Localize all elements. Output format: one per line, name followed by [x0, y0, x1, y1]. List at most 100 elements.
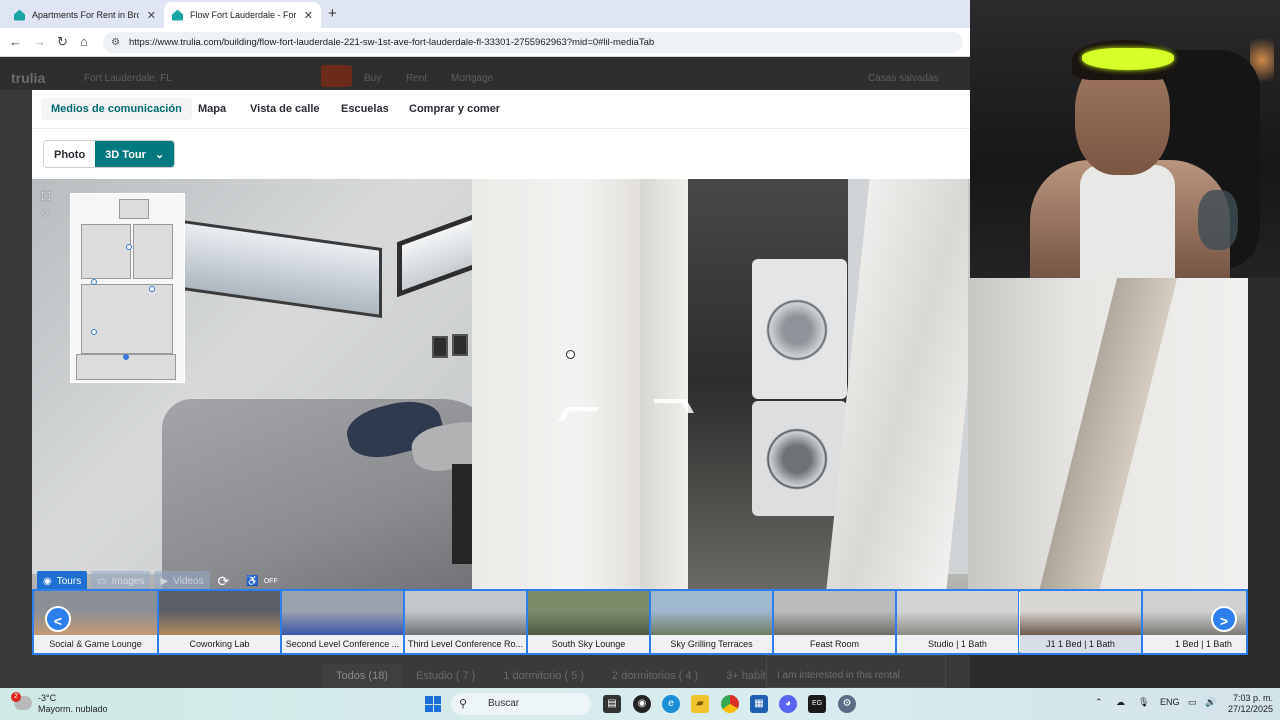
thumbnail-image [528, 591, 649, 635]
filter-pill[interactable]: 2 dormitorios ( 4 ) [598, 670, 712, 682]
chevron-up-icon[interactable]: ⌃ [1095, 697, 1103, 708]
task-view-icon[interactable]: ▤ [603, 695, 621, 713]
tab-media[interactable]: Medios de comunicación [41, 98, 192, 120]
url-input[interactable]: ⚙ https://www.trulia.com/building/flow-f… [103, 32, 963, 53]
hide-overlay-icon[interactable]: ◌ [42, 207, 49, 219]
chevron-down-icon: ⌄ [154, 149, 165, 161]
360-icon: ◉ [43, 575, 52, 587]
store-icon[interactable]: ▦ [750, 695, 768, 713]
url-text: https://www.trulia.com/building/flow-for… [129, 37, 655, 48]
onedrive-icon[interactable]: ☁ [1116, 697, 1125, 708]
minimap-hotspot[interactable] [91, 279, 97, 285]
chrome-icon[interactable] [721, 695, 739, 713]
system-clock[interactable]: 7:03 p. m. 27/12/2025 [1228, 693, 1273, 715]
trulia-favicon-icon [14, 9, 25, 21]
microphone-icon[interactable]: 🎙 [1138, 697, 1149, 708]
edge-icon[interactable]: e [662, 695, 680, 713]
fullscreen-icon[interactable]: ⛶ [42, 191, 50, 204]
3d-tour-toggle-button[interactable]: 3D Tour ⌄ [95, 141, 175, 167]
tab-map[interactable]: Mapa [198, 98, 226, 120]
windows-start-icon[interactable] [425, 696, 441, 712]
site-header: trulia Fort Lauderdale, FL Buy Rent Mort… [0, 57, 970, 90]
webcam-overlay [970, 0, 1280, 278]
volume-icon[interactable]: 🔊 [1205, 697, 1216, 708]
home-icon[interactable]: ⌂ [80, 34, 88, 49]
language-indicator[interactable]: ENG [1160, 697, 1180, 707]
tour-thumbnail[interactable]: J1 1 Bed | 1 Bath [1018, 591, 1141, 653]
person-tank-top [1080, 165, 1175, 278]
tab-schools[interactable]: Escuelas [341, 98, 389, 120]
saved-homes-link[interactable]: Casas salvadas [868, 73, 939, 84]
floorplan-filters: Todos (18) Estudio ( 7 ) 1 dormitorio ( 5 … [322, 664, 783, 688]
videos-button[interactable]: ▶ Videos [154, 571, 210, 591]
minimap-current-position [123, 354, 129, 360]
tour-thumbnail[interactable]: Third Level Conference Ro... [403, 591, 526, 653]
autorotate-button[interactable]: ⟳ [214, 571, 239, 591]
dryer [752, 401, 847, 516]
contact-message-box[interactable]: I am interested in this rental [766, 655, 946, 688]
weather-widget[interactable]: 2 -3°C Mayorm. nublado [11, 692, 108, 715]
browser-tab[interactable]: Apartments For Rent in Browar ✕ [6, 2, 164, 28]
reload-icon[interactable]: ↻ [57, 34, 68, 50]
previous-arrow-icon[interactable]: < [45, 606, 71, 632]
close-tab-icon[interactable]: ✕ [147, 9, 156, 22]
close-tab-icon[interactable]: ✕ [304, 9, 313, 22]
page-background [1248, 278, 1280, 688]
browser-tab-active[interactable]: Flow Fort Lauderdale - Fort Lau ✕ [164, 2, 321, 28]
minimap-room [81, 284, 173, 354]
tour-thumbnail[interactable]: Second Level Conference ... [280, 591, 403, 653]
taskbar-search[interactable]: ⚲ Buscar [451, 693, 591, 715]
browser-tabstrip: Apartments For Rent in Browar ✕ Flow For… [0, 0, 970, 28]
next-arrow-icon[interactable]: > [1211, 606, 1237, 632]
videos-label: Videos [173, 575, 204, 587]
floorplan-minimap[interactable] [70, 193, 185, 383]
nav-link-mortgage[interactable]: Mortgage [451, 73, 493, 84]
thumbnail-label: Social & Game Lounge [34, 635, 157, 653]
move-cursor-icon [566, 350, 575, 359]
search-placeholder: Buscar [488, 698, 520, 709]
back-arrow-icon[interactable]: ← [9, 34, 22, 49]
minimap-hotspot[interactable] [149, 286, 155, 292]
settings-gear-icon[interactable]: ⚙ [838, 695, 856, 713]
nav-link-buy[interactable]: Buy [364, 73, 381, 84]
location-search-input[interactable]: Fort Lauderdale, FL [84, 73, 172, 84]
discord-icon[interactable]: ◕ [779, 695, 797, 713]
tour-thumbnail[interactable]: Studio | 1 Bath [895, 591, 1018, 653]
tour-thumbnail[interactable]: Sky Grilling Terraces [649, 591, 772, 653]
forward-arrow-icon[interactable]: → [33, 34, 46, 49]
accessibility-button[interactable]: ♿ OFF [242, 571, 281, 591]
tour-thumbnail[interactable]: South Sky Lounge [526, 591, 649, 653]
filter-pill[interactable]: Todos (18) [322, 664, 402, 688]
thumbnail-label: South Sky Lounge [528, 635, 649, 653]
minimap-hotspot[interactable] [91, 329, 97, 335]
tab-shop-eat[interactable]: Comprar y comer [409, 98, 500, 120]
thumbnail-image [774, 591, 895, 635]
tours-button[interactable]: ◉ Tours [37, 571, 88, 591]
file-explorer-icon[interactable]: ▰ [691, 695, 709, 713]
accessibility-state: OFF [263, 577, 278, 585]
search-icon: ⚲ [459, 698, 468, 710]
filter-pill[interactable]: Estudio ( 7 ) [402, 670, 489, 682]
network-icon[interactable]: ▭ [1188, 697, 1197, 708]
trulia-favicon-icon [172, 9, 183, 21]
image-icon: ▭ [97, 575, 107, 587]
steam-icon[interactable]: ◉ [633, 695, 651, 713]
filter-pill[interactable]: 1 dormitorio ( 5 ) [489, 670, 598, 682]
tour-thumbnail[interactable]: Coworking Lab [157, 591, 280, 653]
minimap-hotspot[interactable] [126, 244, 132, 250]
search-button[interactable] [321, 65, 352, 87]
thumbnail-image [159, 591, 280, 635]
photo-toggle-button[interactable]: Photo [44, 141, 96, 167]
new-tab-button[interactable]: + [328, 5, 337, 22]
epic-games-icon[interactable]: EG [808, 695, 826, 713]
tour-thumbnail[interactable]: Feast Room [772, 591, 895, 653]
clock-date: 27/12/2025 [1228, 704, 1274, 714]
tab-street-view[interactable]: Vista de calle [250, 98, 320, 120]
door-frame [640, 179, 688, 589]
images-button[interactable]: ▭ Images [91, 571, 151, 591]
thumbnail-label: Coworking Lab [159, 635, 280, 653]
site-info-icon[interactable]: ⚙ [111, 32, 120, 53]
video-icon: ▶ [160, 575, 169, 587]
nav-link-rent[interactable]: Rent [406, 73, 427, 84]
thumbnail-label: Sky Grilling Terraces [651, 635, 772, 653]
